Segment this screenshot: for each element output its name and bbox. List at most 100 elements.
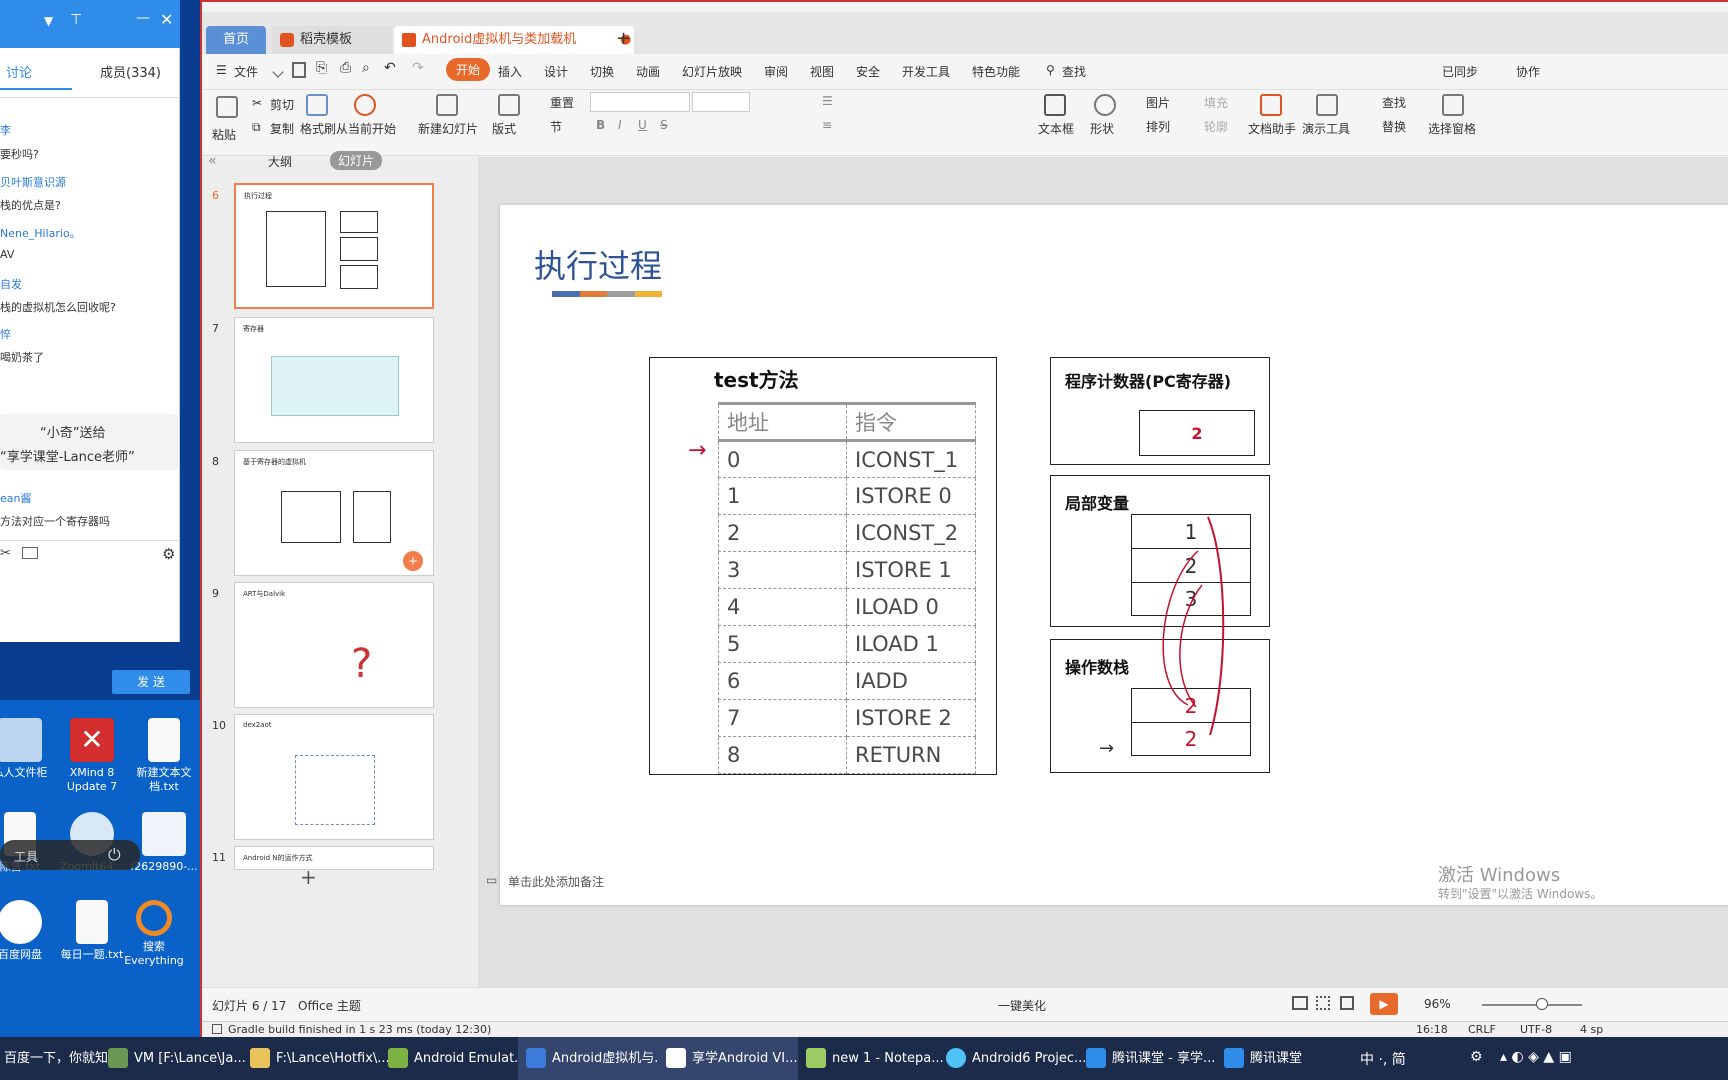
desktop-icon-f2629890[interactable]: f2629890-... xyxy=(128,812,200,874)
layout-button[interactable]: 版式 xyxy=(492,120,516,137)
new-slide-button[interactable]: 新建幻灯片 xyxy=(418,120,478,137)
indent[interactable]: 4 sp xyxy=(1580,1023,1603,1036)
menu-insert[interactable]: 插入 xyxy=(498,63,522,80)
settings-icon[interactable]: ⚙ xyxy=(1470,1049,1483,1065)
save-icon[interactable] xyxy=(292,62,306,78)
print-icon[interactable]: ⎙ xyxy=(340,60,351,76)
font-name-select[interactable] xyxy=(590,92,690,112)
menu-icon[interactable]: ☰ xyxy=(216,63,227,77)
new-slide-icon[interactable] xyxy=(436,94,458,116)
tab-outline[interactable]: 大纲 xyxy=(268,153,292,170)
font-size-select[interactable] xyxy=(692,92,750,112)
doc-assistant-icon[interactable] xyxy=(1260,94,1282,116)
zoom-level[interactable]: 96% xyxy=(1424,997,1451,1011)
slide-thumbnail[interactable]: dex2aot xyxy=(234,714,434,840)
desktop-icon-baidu-pan[interactable]: 百度网盘 xyxy=(0,900,56,962)
taskbar-item[interactable]: new 1 - Notepa... xyxy=(798,1037,944,1080)
find-button[interactable]: 查找 xyxy=(1382,94,1406,111)
menu-animation[interactable]: 动画 xyxy=(636,63,660,80)
add-slide-icon[interactable]: + xyxy=(403,551,423,571)
taskbar-item[interactable]: Android6 Projec... xyxy=(938,1037,1086,1080)
redo-icon[interactable]: ↷ xyxy=(412,60,424,76)
taskbar-item[interactable]: 腾讯课堂 xyxy=(1216,1037,1346,1080)
tab-document[interactable]: Android虚拟机与类加载机制.pptx ● xyxy=(394,26,634,75)
pin-icon[interactable]: ⊤ xyxy=(70,12,82,28)
presentation-tools-icon[interactable] xyxy=(1316,94,1338,116)
align-left-icon[interactable]: ≡ xyxy=(822,118,832,132)
encoding[interactable]: UTF-8 xyxy=(1520,1023,1552,1036)
export-icon[interactable]: ⎘ xyxy=(316,60,327,76)
arrange-button[interactable]: 排列 xyxy=(1146,118,1170,135)
power-icon[interactable]: ⏻ xyxy=(108,845,121,865)
normal-view-icon[interactable] xyxy=(1292,996,1308,1010)
slide-thumbnail[interactable]: Android N的运作方式 xyxy=(234,846,434,870)
scissors-icon[interactable]: ✂ xyxy=(0,546,11,561)
menu-developer[interactable]: 开发工具 xyxy=(902,63,950,80)
paste-icon[interactable] xyxy=(216,96,238,118)
slide-thumbnail[interactable]: ART与Dalvik ? xyxy=(234,582,434,708)
bullets-icon[interactable]: ☰ xyxy=(822,94,833,108)
menu-find[interactable]: 查找 xyxy=(1062,63,1086,80)
slide-thumbnail[interactable]: 寄存器 xyxy=(234,317,434,443)
chevron-down-icon[interactable]: ▼ xyxy=(44,14,53,28)
reading-view-icon[interactable] xyxy=(1340,996,1354,1010)
menu-file[interactable]: 文件 xyxy=(234,63,258,80)
sync-status[interactable]: 已同步 xyxy=(1442,63,1478,80)
select-pane-button[interactable]: 选择窗格 xyxy=(1428,120,1476,137)
desktop-icon-everything[interactable]: 搜索Everything xyxy=(118,900,190,968)
slide-thumbnail[interactable]: 执行过程 xyxy=(234,183,434,309)
taskbar-item[interactable]: 百度一下，你就知... xyxy=(0,1037,120,1080)
chevron-down-icon[interactable] xyxy=(272,66,284,78)
menu-design[interactable]: 设计 xyxy=(544,63,568,80)
menu-security[interactable]: 安全 xyxy=(856,63,880,80)
copy-icon[interactable]: ⧉ xyxy=(252,120,261,135)
menu-review[interactable]: 审阅 xyxy=(764,63,788,80)
menu-start[interactable]: 开始 xyxy=(446,58,491,81)
section-button[interactable]: 节 xyxy=(550,118,562,135)
menu-features[interactable]: 特色功能 xyxy=(972,63,1020,80)
format-painter-button[interactable]: 格式刷 xyxy=(300,120,336,137)
new-tab-icon[interactable]: + xyxy=(616,28,631,49)
paste-button[interactable]: 粘贴 xyxy=(212,126,236,143)
undo-icon[interactable]: ↶ xyxy=(384,60,396,76)
from-current-button[interactable]: 从当前开始 xyxy=(336,120,396,137)
add-slide-icon[interactable]: + xyxy=(300,865,317,889)
copy-button[interactable]: 复制 xyxy=(270,120,294,137)
desktop-icon-new-text[interactable]: 新建文本文档.txt xyxy=(128,718,200,794)
tab-home[interactable]: 首页 xyxy=(206,26,266,54)
menu-view[interactable]: 视图 xyxy=(810,63,834,80)
shape-icon[interactable] xyxy=(1094,94,1116,116)
floating-toolbar[interactable]: 工具 ⏻ xyxy=(0,840,140,870)
slide-canvas[interactable]: 执行过程 test方法 地址 指令 0 ICONST_1 1 ISTORE 0 2I… xyxy=(500,205,1728,905)
strikethrough-icon[interactable]: S xyxy=(660,118,668,132)
menu-transition[interactable]: 切换 xyxy=(590,63,614,80)
taskbar-item[interactable]: Android虚拟机与... xyxy=(518,1037,667,1080)
tab-template[interactable]: 稻壳模板 xyxy=(272,26,392,54)
select-pane-icon[interactable] xyxy=(1442,94,1464,116)
tab-slides[interactable]: 幻灯片 xyxy=(330,151,383,170)
line-ending[interactable]: CRLF xyxy=(1468,1023,1496,1036)
collapse-panel-icon[interactable]: « xyxy=(208,153,217,169)
shape-button[interactable]: 形状 xyxy=(1090,120,1114,137)
console-icon[interactable] xyxy=(212,1024,222,1034)
italic-icon[interactable]: I xyxy=(618,118,622,132)
collaborate-button[interactable]: 协作 xyxy=(1516,63,1540,80)
taskbar-item[interactable]: 腾讯课堂 - 享学... xyxy=(1078,1037,1216,1080)
fill-button[interactable]: 填充 xyxy=(1204,94,1228,111)
textbox-button[interactable]: 文本框 xyxy=(1038,120,1074,137)
zoom-slider-handle[interactable] xyxy=(1536,998,1548,1010)
cut-button[interactable]: 剪切 xyxy=(270,96,294,113)
notes-placeholder[interactable]: 单击此处添加备注 xyxy=(508,873,604,890)
chat-input[interactable] xyxy=(0,566,180,666)
taskbar-item[interactable]: Android Emulat... xyxy=(380,1037,527,1080)
sorter-view-icon[interactable] xyxy=(1316,996,1330,1010)
beautify-button[interactable]: 一键美化 xyxy=(998,997,1046,1014)
layout-icon[interactable] xyxy=(498,94,520,116)
send-button[interactable]: 发 送 xyxy=(112,670,190,694)
replace-button[interactable]: 替换 xyxy=(1382,118,1406,135)
desktop-icon-private-cabinet[interactable]: 私人文件柜 xyxy=(0,718,56,780)
minimize-icon[interactable]: — xyxy=(136,10,150,26)
format-painter-icon[interactable] xyxy=(306,94,328,116)
menu-slideshow[interactable]: 幻灯片放映 xyxy=(682,63,742,80)
taskbar-item[interactable]: 享学Android VI... xyxy=(658,1037,798,1080)
